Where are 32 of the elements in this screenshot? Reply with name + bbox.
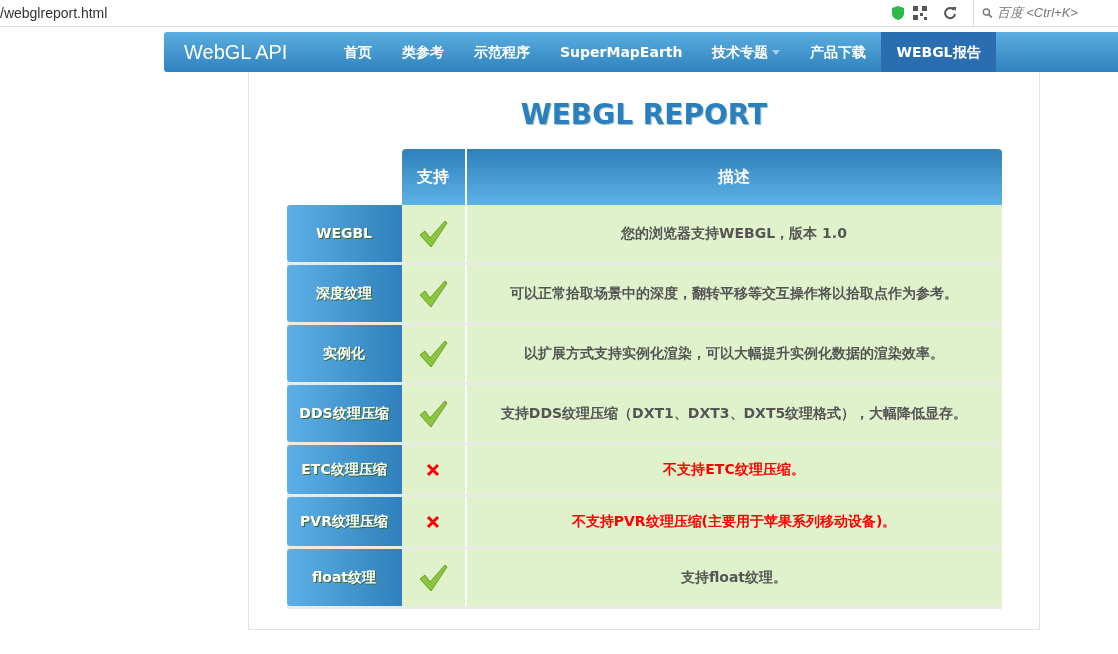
row-label: ETC纹理压缩 (286, 445, 402, 494)
report-title: WEBGL REPORT (520, 97, 768, 133)
row-label: 深度纹理 (286, 265, 402, 322)
nav-tab[interactable]: 产品下载 (795, 32, 882, 72)
description-cell: 支持float纹理。 (466, 549, 1002, 606)
description-cell: 不支持ETC纹理压缩。 (466, 445, 1002, 494)
caret-icon (772, 49, 781, 55)
nav-tab[interactable]: 技术专题 (697, 32, 796, 72)
nav-tab[interactable]: WEBGL报告 (881, 32, 996, 72)
reload-icon[interactable] (943, 6, 957, 20)
search-icon (982, 7, 993, 19)
description-cell: 支持DDS纹理压缩（DXT1、DXT3、DXT5纹理格式），大幅降低显存。 (466, 385, 1002, 442)
description-cell: 可以正常拾取场景中的深度，翻转平移等交互操作将以拾取点作为参考。 (466, 265, 1002, 322)
row-label: PVR纹理压缩 (286, 497, 402, 546)
column-header: 支持 (401, 149, 465, 205)
nav-tab[interactable]: 类参考 (387, 32, 459, 72)
row-label: DDS纹理压缩 (286, 385, 402, 442)
brand-title[interactable]: WebGL API (164, 32, 329, 72)
row-label: 实例化 (286, 325, 402, 382)
nav-tab[interactable]: 首页 (329, 32, 387, 72)
row-label: float纹理 (286, 549, 402, 606)
description-cell: 以扩展方式支持实例化渲染，可以大幅提升实例化数据的渲染效率。 (466, 325, 1002, 382)
description-cell: 不支持PVR纹理压缩(主要用于苹果系列移动设备)。 (466, 497, 1002, 546)
column-header: 描述 (466, 149, 1002, 205)
url-text[interactable]: /webglreport.html (0, 2, 891, 24)
nav-tab[interactable]: SuperMapEarth (545, 32, 698, 72)
row-label: WEGBL (286, 205, 402, 262)
search-field[interactable]: 百度 <Ctrl+K> (996, 3, 1110, 23)
nav-tab[interactable]: 示范程序 (459, 32, 545, 72)
description-cell: 您的浏览器支持WEBGL，版本 1.0 (466, 205, 1002, 262)
shield-icon[interactable] (891, 5, 905, 21)
qr-code-icon[interactable] (913, 6, 927, 20)
